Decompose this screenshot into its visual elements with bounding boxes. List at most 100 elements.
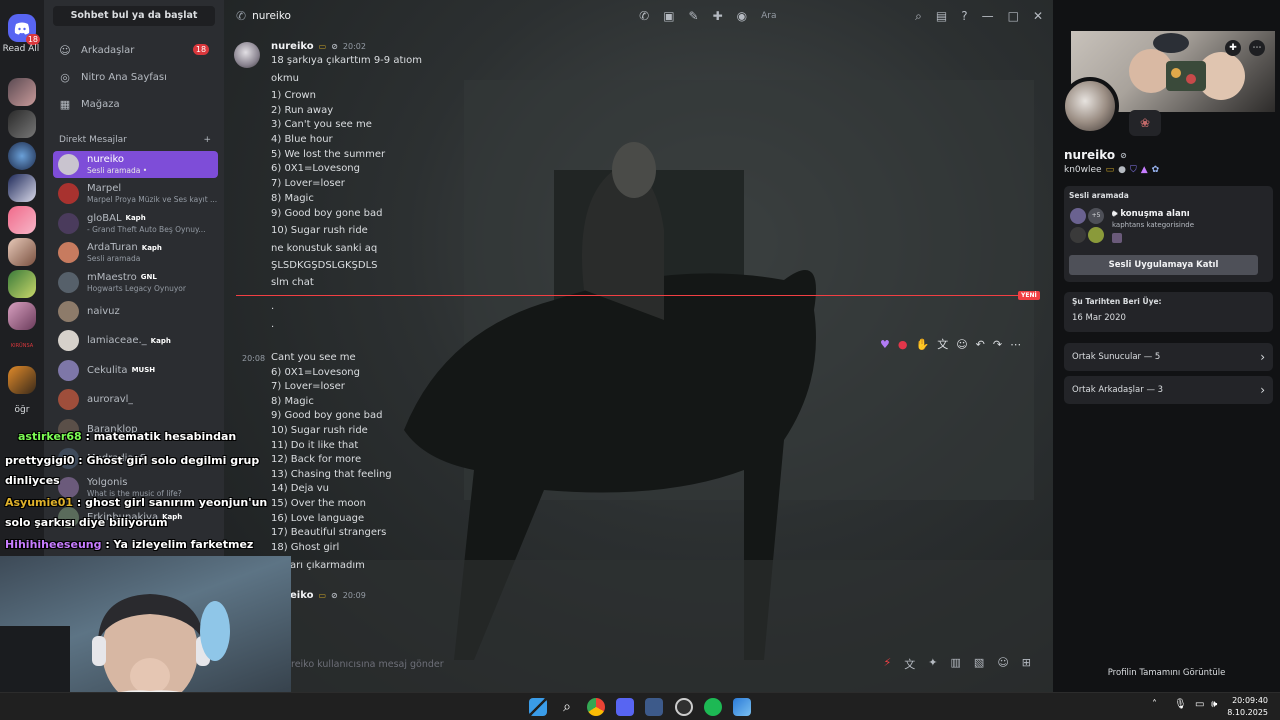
more-icon[interactable]: ⋯ <box>1249 40 1265 56</box>
speaker-icon: 🕪 <box>1112 209 1118 219</box>
chevron-up-icon[interactable]: ˄ <box>1152 699 1157 710</box>
add-reaction-icon[interactable]: ☺ <box>956 338 967 351</box>
join-voice-button[interactable]: Sesli Uygulamaya Katıl <box>1069 255 1258 275</box>
apps-icon[interactable]: ⊞ <box>1022 656 1031 672</box>
nav-nitro[interactable]: ◎ Nitro Ana Sayfası <box>53 65 215 89</box>
gif-icon[interactable]: ▥ <box>951 656 961 672</box>
inbox-icon[interactable]: ▤ <box>936 9 947 23</box>
dm-name: naivuz <box>87 306 120 317</box>
message-line: arı çıkarmadım <box>290 560 365 571</box>
stream-chat-user: prettygigi0 <box>5 454 75 467</box>
mutual-servers-button[interactable]: Ortak Sunucular — 5 › <box>1064 343 1273 371</box>
add-friend-icon[interactable]: ✚ <box>713 9 723 23</box>
gear-badge-icon: ✿ <box>1151 165 1160 175</box>
red-reaction-icon[interactable]: ● <box>898 338 908 351</box>
message-line: 2) Run away <box>271 105 334 116</box>
message-input[interactable]: reiko kullanıcısına mesaj gönder ⚡ 文 ✦ ▥… <box>236 652 1041 676</box>
emoji-icon[interactable]: ☺ <box>997 656 1008 672</box>
chevron-right-icon: › <box>1260 383 1265 397</box>
avatar <box>58 212 79 234</box>
tag-icon: ⊘ <box>1120 150 1127 160</box>
minimize-icon[interactable]: — <box>982 9 994 23</box>
dm-name: gloBAL <box>87 212 122 224</box>
start-icon[interactable] <box>529 698 547 716</box>
photos-icon[interactable] <box>733 698 751 716</box>
dm-item[interactable]: naivuz <box>53 298 218 325</box>
dm-item[interactable]: nureiko Sesli aramada • <box>53 151 218 178</box>
close-icon[interactable]: ✕ <box>1033 9 1043 23</box>
dm-item[interactable]: auroravl_ <box>53 386 218 413</box>
member-since-date: 16 Mar 2020 <box>1072 313 1126 323</box>
mutual-friends-button[interactable]: Ortak Arkadaşlar — 3 › <box>1064 376 1273 404</box>
forward-icon[interactable]: ↷ <box>993 338 1002 351</box>
volume-icon[interactable]: 🕪 <box>1211 699 1217 710</box>
chrome-icon[interactable] <box>587 698 605 716</box>
app-icon[interactable] <box>645 698 663 716</box>
heart-reaction-icon[interactable]: ♥ <box>880 338 890 351</box>
server-icon[interactable] <box>8 302 36 330</box>
help-icon[interactable]: ? <box>961 9 967 23</box>
server-icon[interactable] <box>8 366 36 394</box>
message-author[interactable]: eiko ▭ ⊘ 20:09 <box>290 590 366 601</box>
message-line: 8) Magic <box>271 193 314 204</box>
server-icon[interactable] <box>8 78 36 106</box>
server-icon[interactable] <box>8 238 36 266</box>
display-icon[interactable]: ▭ <box>1195 699 1204 710</box>
add-friend-icon[interactable]: ✚ <box>1225 40 1241 56</box>
add-dm-button[interactable]: + <box>203 135 211 145</box>
dm-status: Sesli aramada • <box>87 166 148 175</box>
user-profile-icon[interactable]: ◉ <box>737 9 747 23</box>
discord-icon[interactable] <box>616 698 634 716</box>
search-icon[interactable]: ⌕ <box>915 9 922 24</box>
server-icon[interactable] <box>8 174 36 202</box>
translate-icon[interactable]: 文 <box>904 656 915 672</box>
read-all-button[interactable]: Read All <box>0 44 42 55</box>
nav-shop[interactable]: ▦ Mağaza <box>53 92 215 116</box>
more-icon[interactable]: ⋯ <box>1010 338 1021 351</box>
dm-item[interactable]: gloBAL Kaph - Grand Theft Auto Beş Oynuy..… <box>53 210 218 237</box>
search-icon[interactable]: ⌕ <box>558 698 576 716</box>
hand-reaction-icon[interactable]: ✋ <box>915 338 929 351</box>
reply-icon[interactable]: ↶ <box>976 338 985 351</box>
composer-toolbar: ⚡ 文 ✦ ▥ ▧ ☺ ⊞ <box>884 656 1031 672</box>
server-icon[interactable] <box>8 110 36 138</box>
dm-item[interactable]: lamiaceae._ Kaph <box>53 327 218 354</box>
folder-label[interactable]: öğr <box>0 405 44 415</box>
dm-item[interactable]: mMaestro GNL Hogwarts Legacy Oynuyor <box>53 269 218 296</box>
server-tag: Kaph <box>150 336 171 345</box>
stream-chat-text: : Ghost girl solo degilmi grup <box>74 454 260 467</box>
view-full-profile-link[interactable]: Profilin Tamamını Görüntüle <box>1053 668 1280 678</box>
dm-item[interactable]: Cekulita MUSH <box>53 357 218 384</box>
message-avatar[interactable] <box>234 42 260 68</box>
clock[interactable]: 20:09:40 8.10.2025 <box>1227 695 1268 719</box>
pin-icon[interactable]: ✎ <box>689 9 699 23</box>
spotify-icon[interactable] <box>704 698 722 716</box>
server-icon[interactable] <box>8 270 36 298</box>
discord-home-button[interactable]: 18 <box>8 14 40 45</box>
message-line: 5) We lost the summer <box>271 149 386 160</box>
video-call-icon[interactable]: ▣ <box>663 9 674 23</box>
microphone-icon[interactable]: 🎙 <box>1174 699 1187 710</box>
maximize-icon[interactable]: □ <box>1008 9 1019 23</box>
boost-icon[interactable]: ⚡ <box>884 656 892 672</box>
profile-avatar[interactable] <box>1061 77 1119 135</box>
sticker-icon[interactable]: ▧ <box>974 656 984 672</box>
triangle-badge-icon: ▲ <box>1140 165 1148 175</box>
server-icon[interactable] <box>8 206 36 234</box>
author-name[interactable]: nureiko <box>271 41 314 52</box>
server-label[interactable]: KIRÜNSA <box>0 343 44 349</box>
translate-icon[interactable]: 文 <box>937 336 948 352</box>
dm-item[interactable]: ArdaTuran Kaph Sesli aramada <box>53 239 218 266</box>
message-line: 18) Ghost girl <box>271 541 340 553</box>
dm-item[interactable]: Marpel Marpel Proya Müzik ve Ses kayıt ..… <box>53 180 218 207</box>
author-name[interactable]: eiko <box>290 590 313 601</box>
find-conversation-button[interactable]: Sohbet bul ya da başlat <box>53 6 215 26</box>
server-icon[interactable] <box>8 142 36 170</box>
obs-icon[interactable] <box>675 698 693 716</box>
nav-friends[interactable]: ☺ Arkadaşlar 18 <box>53 38 215 62</box>
gift-icon[interactable]: ✦ <box>928 656 937 672</box>
voice-call-icon[interactable]: ✆ <box>639 9 649 23</box>
header-search-input[interactable]: Ara <box>761 11 901 21</box>
message-author[interactable]: nureiko ▭ ⊘ 20:02 <box>271 41 366 52</box>
message-line: . <box>271 319 275 330</box>
